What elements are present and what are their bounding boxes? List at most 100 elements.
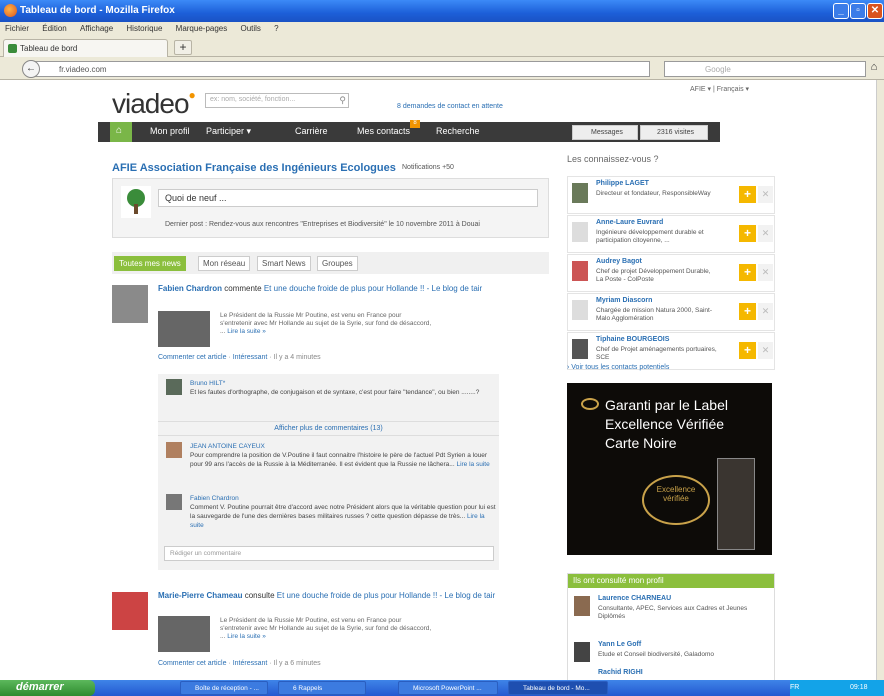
post-link[interactable]: Et une douche froide de plus pour Hollan…: [277, 591, 495, 600]
nav-search[interactable]: Recherche: [436, 126, 480, 136]
comment-link[interactable]: Commenter cet article: [158, 354, 226, 361]
dismiss-button[interactable]: ✕: [758, 303, 773, 320]
tab-bar: Tableau de bord +: [0, 37, 884, 57]
post-author[interactable]: Fabien Chardron: [158, 284, 222, 293]
avatar[interactable]: [112, 592, 148, 630]
article-thumbnail[interactable]: [158, 616, 210, 652]
avatar[interactable]: [574, 642, 590, 662]
menu-view[interactable]: Affichage: [80, 24, 113, 33]
avatar[interactable]: [166, 379, 182, 395]
dismiss-button[interactable]: ✕: [758, 342, 773, 359]
add-contact-button[interactable]: +: [739, 264, 756, 281]
back-button[interactable]: ←: [22, 60, 40, 78]
more-comments-link[interactable]: Afficher plus de commentaires (13): [158, 421, 499, 436]
tab-my-network[interactable]: Mon réseau: [198, 256, 251, 271]
tab-dashboard[interactable]: Tableau de bord: [3, 39, 168, 57]
avatar[interactable]: [574, 596, 590, 616]
person-name[interactable]: Philippe LAGET: [596, 180, 649, 187]
avatar[interactable]: [572, 222, 588, 242]
comment-author[interactable]: Bruno HILT*: [190, 380, 225, 387]
search-icon[interactable]: ⚲: [339, 95, 346, 106]
menu-tools[interactable]: Outils: [240, 24, 260, 33]
task-reminders[interactable]: 6 Rappels: [278, 681, 366, 695]
viewer-name[interactable]: Rachid RIGHI: [598, 669, 643, 676]
post-author[interactable]: Marie-Pierre Chameau: [158, 591, 242, 600]
interesting-link[interactable]: Intéressant: [233, 354, 268, 361]
read-more-link[interactable]: Lire la suite »: [227, 328, 266, 335]
avatar[interactable]: [572, 183, 588, 203]
new-tab-button[interactable]: +: [174, 40, 192, 55]
person-name[interactable]: Myriam Diascorn: [596, 297, 652, 304]
menu-bookmarks[interactable]: Marque-pages: [176, 24, 228, 33]
window-title: Tableau de bord - Mozilla Firefox: [20, 5, 175, 16]
coffee-machine-image: [717, 458, 755, 550]
profile-viewers-title[interactable]: Ils ont consulté mon profil: [568, 574, 774, 588]
person-name[interactable]: Tiphaine BOURGEOIS: [596, 336, 669, 343]
notifications-link[interactable]: Notifications +50: [402, 164, 454, 171]
read-more-link[interactable]: Lire la suite: [456, 461, 489, 468]
avatar[interactable]: [572, 339, 588, 359]
person-name[interactable]: Anne-Laure Euvrard: [596, 219, 663, 226]
add-contact-button[interactable]: +: [739, 303, 756, 320]
all-contacts-link[interactable]: › Voir tous les contacts potentiels: [567, 364, 669, 371]
dismiss-button[interactable]: ✕: [758, 225, 773, 242]
avatar[interactable]: [166, 442, 182, 458]
advertisement[interactable]: Garanti par le Label Excellence Vérifiée C…: [567, 383, 772, 555]
comment-author[interactable]: JEAN ANTOINE CAYEUX: [190, 443, 265, 450]
add-contact-button[interactable]: +: [739, 342, 756, 359]
menu-file[interactable]: Fichier: [5, 24, 29, 33]
comment-link[interactable]: Commenter cet article: [158, 660, 226, 667]
language-indicator[interactable]: FR: [790, 684, 799, 691]
maximize-button[interactable]: ▫: [850, 3, 866, 19]
tab-all-news[interactable]: Toutes mes news: [114, 256, 186, 271]
suggested-person: Audrey Bagot Chef de projet Développemen…: [567, 254, 775, 292]
add-contact-button[interactable]: +: [739, 225, 756, 242]
nav-career[interactable]: Carrière: [295, 126, 328, 136]
avatar[interactable]: [166, 494, 182, 510]
nav-contacts[interactable]: Mes contacts: [357, 126, 410, 136]
viewer-name[interactable]: Yann Le Goff: [598, 641, 641, 648]
menu-history[interactable]: Historique: [126, 24, 162, 33]
tab-smart-news[interactable]: Smart News: [257, 256, 311, 271]
person-desc: Directeur et fondateur, ResponsibleWay: [596, 190, 711, 197]
org-name[interactable]: AFIE Association Française des Ingénieur…: [112, 162, 396, 174]
start-button[interactable]: démarrer: [0, 680, 95, 696]
pending-requests-link[interactable]: 8 demandes de contact en attente: [397, 103, 503, 110]
article-thumbnail[interactable]: [158, 311, 210, 347]
menu-help[interactable]: ?: [274, 24, 278, 33]
minimize-button[interactable]: _: [833, 3, 849, 19]
vertical-scrollbar[interactable]: [876, 80, 884, 680]
task-firefox[interactable]: Tableau de bord - Mo...: [508, 681, 608, 695]
viadeo-logo[interactable]: viadeo●: [112, 88, 196, 120]
viewer-name[interactable]: Laurence CHARNEAU: [598, 595, 671, 602]
visits-button[interactable]: 2316 visites: [640, 125, 708, 140]
messages-button[interactable]: Messages: [572, 125, 638, 140]
person-name[interactable]: Audrey Bagot: [596, 258, 642, 265]
dismiss-button[interactable]: ✕: [758, 264, 773, 281]
comment-input[interactable]: Rédiger un commentaire: [164, 546, 494, 561]
task-powerpoint[interactable]: Microsoft PowerPoint ...: [398, 681, 498, 695]
comment-author[interactable]: Fabien Chardron: [190, 495, 239, 502]
post-link[interactable]: Et une douche froide de plus pour Hollan…: [264, 284, 482, 293]
task-mail[interactable]: Boîte de réception - ...: [180, 681, 268, 695]
home-icon[interactable]: ⌂: [110, 122, 132, 142]
avatar[interactable]: [572, 261, 588, 281]
site-search-input[interactable]: ex: nom, société, fonction... ⚲: [205, 93, 349, 108]
nav-participate[interactable]: Participer ▾: [206, 126, 251, 137]
home-button[interactable]: ⌂: [866, 61, 882, 77]
avatar[interactable]: [112, 285, 148, 323]
nav-profile[interactable]: Mon profil: [150, 126, 190, 136]
close-button[interactable]: ✕: [867, 3, 883, 19]
url-bar[interactable]: fr.viadeo.com: [30, 61, 650, 77]
tab-groups[interactable]: Groupes: [317, 256, 358, 271]
browser-search-input[interactable]: Google: [664, 61, 866, 77]
avatar[interactable]: [572, 300, 588, 320]
dismiss-button[interactable]: ✕: [758, 186, 773, 203]
language-selector[interactable]: AFIE ▾ | Français ▾: [690, 85, 749, 93]
coffee-cup-icon: [581, 398, 599, 410]
interesting-link[interactable]: Intéressant: [233, 660, 268, 667]
menu-edit[interactable]: Édition: [42, 24, 66, 33]
whats-new-input[interactable]: Quoi de neuf ...: [158, 189, 538, 207]
add-contact-button[interactable]: +: [739, 186, 756, 203]
read-more-link[interactable]: Lire la suite »: [227, 633, 266, 640]
